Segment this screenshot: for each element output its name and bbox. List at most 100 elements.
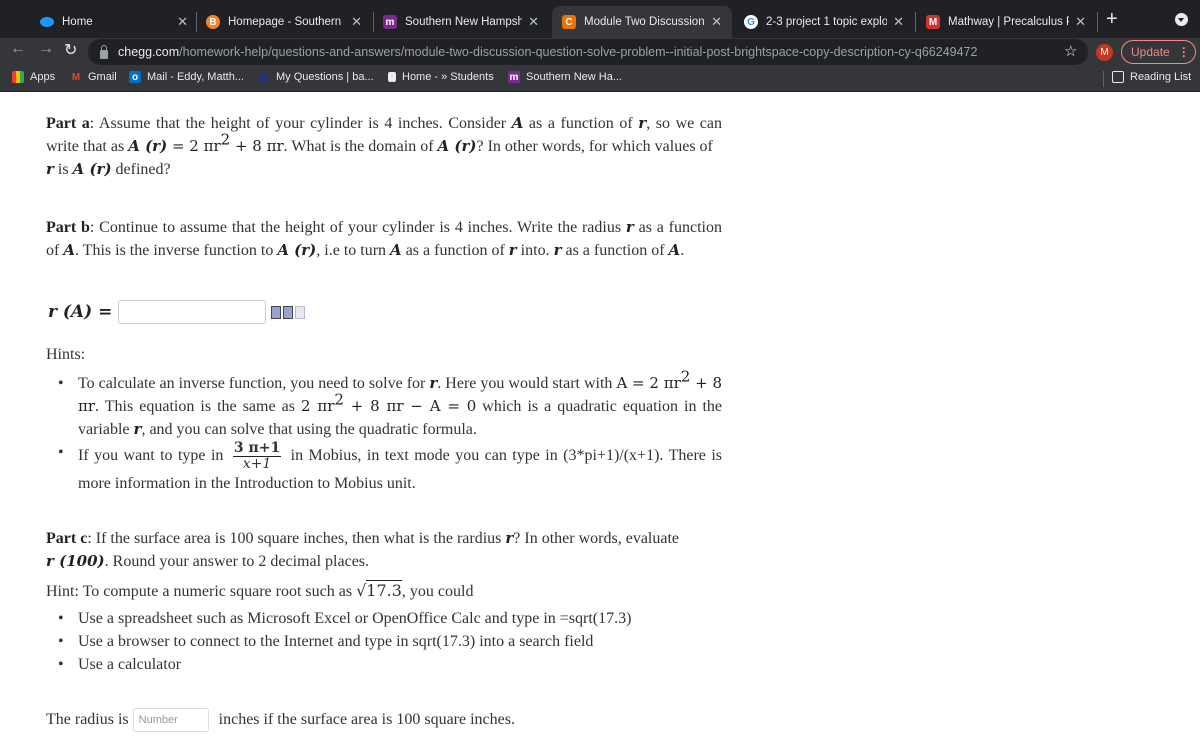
tab-title: Home <box>62 16 93 28</box>
equation-editor-icon[interactable] <box>283 305 294 319</box>
plot-icon-disabled <box>295 305 306 319</box>
text: as a function of <box>523 115 639 132</box>
tab-google-doc[interactable]: G 2-3 project 1 topic explorat ✕ <box>734 6 914 38</box>
hint-item: Use a calculator <box>46 653 722 676</box>
text: as a function of <box>561 242 669 259</box>
salesforce-cloud-icon <box>40 17 54 27</box>
text: . <box>680 242 685 259</box>
answer-c-prefix: The radius is <box>46 711 129 728</box>
radicand: 17.3 <box>366 580 402 600</box>
google-icon: G <box>744 15 758 29</box>
math-expr: A (r) <box>72 160 112 178</box>
part-c-hint: Hint: To compute a numeric square root s… <box>46 579 722 603</box>
math-expr: + 8 πr − A = 0 <box>343 397 477 415</box>
tab-separator <box>1097 12 1098 32</box>
tab-mathway[interactable]: M Mathway | Precalculus Prob ✕ <box>916 6 1096 38</box>
close-tab-icon[interactable]: ✕ <box>893 14 904 30</box>
text: To calculate an inverse function, you ne… <box>78 375 430 392</box>
tab-brightspace-homepage[interactable]: B Homepage - Southern New ✕ <box>196 6 372 38</box>
math-exponent: 2 <box>680 367 691 386</box>
browser-toolbar: ← → ↻ chegg.com /homework-help/questions… <box>0 38 1200 66</box>
text: , you could <box>401 583 474 600</box>
close-tab-icon[interactable]: ✕ <box>711 14 722 30</box>
bookmark-star-icon[interactable]: ☆ <box>1064 42 1077 60</box>
math-expr: A (r) <box>437 137 477 155</box>
reading-list-button[interactable]: Reading List <box>1112 71 1191 83</box>
math-expr: = 2 πr <box>167 137 221 155</box>
preview-icon[interactable] <box>271 305 282 319</box>
update-label: Update <box>1131 45 1170 59</box>
text: , i.e to turn <box>316 242 391 259</box>
radius-number-input[interactable]: Number <box>132 708 209 732</box>
bookmark-my-questions[interactable]: b My Questions | ba... <box>258 69 374 85</box>
bartleby-b-icon: b <box>259 69 269 85</box>
hints-list: To calculate an inverse function, you ne… <box>46 369 722 495</box>
hint-item: Use a spreadsheet such as Microsoft Exce… <box>46 607 722 630</box>
bookmark-label: Apps <box>30 71 56 83</box>
text: : Assume that the height of your cylinde… <box>89 115 512 132</box>
text: . This equation is the same as <box>95 398 301 415</box>
answer-c-suffix: inches if the surface area is 100 square… <box>218 711 515 728</box>
text: . This is the inverse function to <box>74 242 278 259</box>
math-exponent: 2 <box>220 130 231 149</box>
math-expr: 2 πr <box>301 397 335 415</box>
part-a-label: Part a <box>46 115 90 132</box>
close-tab-icon[interactable]: ✕ <box>351 14 362 30</box>
bookmark-separator <box>1103 71 1104 87</box>
reading-list-icon <box>1112 71 1124 83</box>
tab-chegg-active[interactable]: C Module Two Discussion Qu ✕ <box>552 6 732 38</box>
text: . Here you would start with <box>437 375 617 392</box>
bookmark-snhu[interactable]: m Southern New Ha... <box>508 71 622 83</box>
tab-home[interactable]: Home ✕ <box>30 6 198 38</box>
gmail-icon: M <box>71 71 81 83</box>
math-expr: A (r) <box>277 241 317 259</box>
text: is <box>53 161 73 178</box>
brightspace-icon: B <box>206 15 220 29</box>
part-c-answer-row: The radius is Number inches if the surfa… <box>46 708 515 732</box>
forward-arrow-icon[interactable]: → <box>38 40 54 58</box>
new-tab-button[interactable]: + <box>1106 8 1118 31</box>
outlook-icon: o <box>129 71 141 83</box>
math-expr: r (100) <box>46 552 105 570</box>
close-tab-icon[interactable]: ✕ <box>528 14 539 30</box>
back-arrow-icon[interactable]: ← <box>10 40 26 58</box>
r-of-a-math-input[interactable] <box>118 300 267 324</box>
bookmark-outlook-mail[interactable]: o Mail - Eddy, Matth... <box>129 71 244 83</box>
bookmark-gmail[interactable]: M Gmail <box>70 71 117 83</box>
hint-item: To calculate an inverse function, you ne… <box>46 369 722 441</box>
bookmark-apps[interactable]: Apps <box>12 71 55 83</box>
math-expr: A = 2 πr <box>616 374 681 392</box>
math-var: r <box>508 241 517 259</box>
address-bar[interactable]: chegg.com /homework-help/questions-and-a… <box>88 39 1088 65</box>
reload-icon[interactable]: ↻ <box>64 40 77 60</box>
answer-b-label: r (A) = <box>48 302 113 322</box>
bookmark-label: Southern New Ha... <box>526 71 622 83</box>
text: : Continue to assume that the height of … <box>89 219 626 236</box>
mathway-icon: M <box>926 15 940 29</box>
tab-search-dropdown-icon[interactable] <box>1175 13 1188 26</box>
hints-heading: Hints: <box>46 346 86 363</box>
math-expr: + 8 πr <box>230 137 284 155</box>
square-root: √17.3 <box>356 580 402 600</box>
part-a-text: Part a: Assume that the height of your c… <box>46 112 722 181</box>
part-c-text: Part c: If the surface area is 100 squar… <box>46 527 722 573</box>
tab-title: Southern New Hampshire U <box>405 16 523 28</box>
update-button[interactable]: Update ⋮ <box>1121 40 1196 64</box>
profile-avatar[interactable]: M <box>1096 44 1113 61</box>
math-var: A <box>668 241 681 259</box>
reading-list-label: Reading List <box>1130 71 1192 83</box>
kebab-menu-icon: ⋮ <box>1177 45 1190 59</box>
tab-title: Mathway | Precalculus Prob <box>948 16 1069 28</box>
bookmarks-bar: Apps M Gmail o Mail - Eddy, Matth... b M… <box>0 66 1200 92</box>
math-input-tools <box>271 305 306 319</box>
bookmark-home-students[interactable]: Home - » Students <box>388 71 494 83</box>
close-tab-icon[interactable]: ✕ <box>177 14 188 30</box>
close-tab-icon[interactable]: ✕ <box>1075 14 1086 30</box>
text: : If the surface area is 100 square inch… <box>87 530 506 547</box>
bookmark-label: Mail - Eddy, Matth... <box>147 71 244 83</box>
tab-title: Module Two Discussion Qu <box>584 16 705 28</box>
tab-snhu[interactable]: m Southern New Hampshire U ✕ <box>373 6 549 38</box>
bookmark-label: Home - » Students <box>402 71 494 83</box>
fraction: 3 π+1 x+1 <box>232 441 282 472</box>
question-content: Part a: Assume that the height of your c… <box>0 92 1200 750</box>
